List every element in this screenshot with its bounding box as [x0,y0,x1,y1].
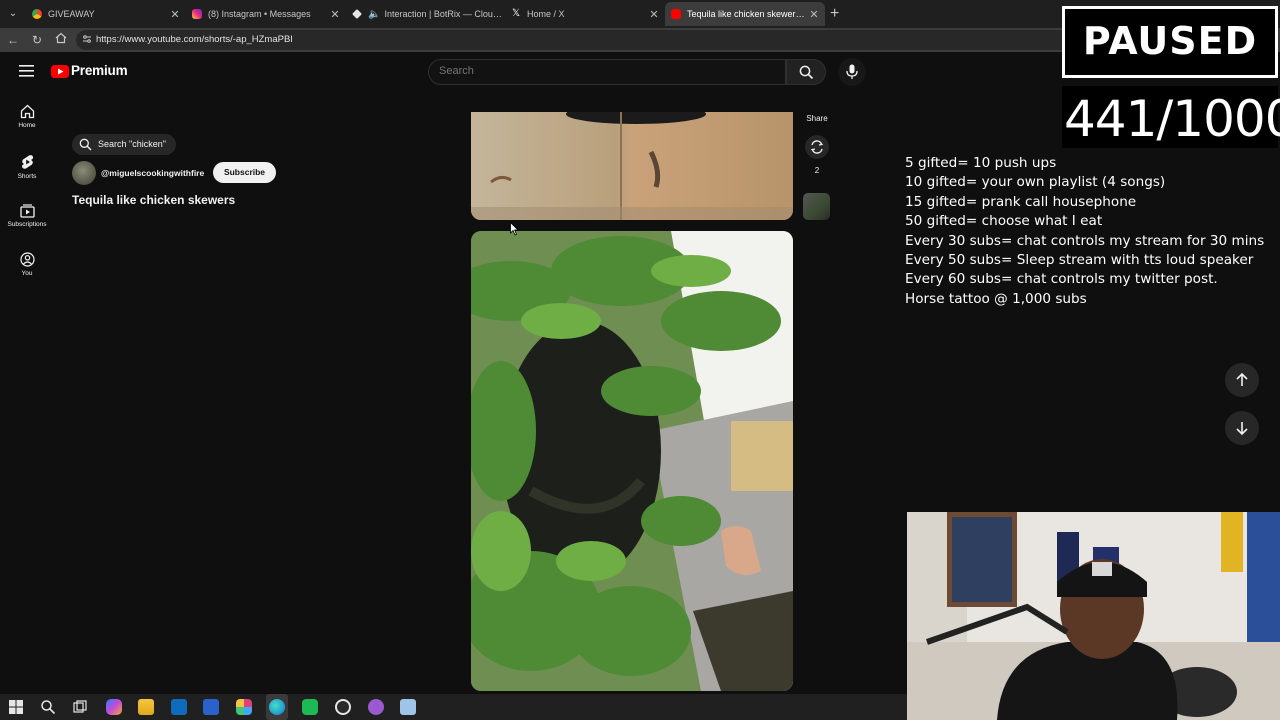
address-bar[interactable]: https://www.youtube.com/shorts/-ap_HZmaP… [76,30,1086,50]
home-icon [20,104,34,119]
paused-overlay: PAUSED [1062,6,1278,78]
windows-start-icon[interactable] [8,699,24,715]
search-chip-label: Search "chicken" [98,139,166,149]
rail-label: Subscriptions [7,221,47,228]
guide-menu-icon[interactable] [19,64,35,78]
botrix-icon [352,9,362,19]
channel-avatar[interactable] [72,161,96,185]
rail-label: Home [18,122,36,129]
goal-line: 5 gifted= 10 push ups [905,155,1057,171]
app-icon[interactable] [236,699,252,715]
search-chip[interactable]: Search "chicken" [72,134,176,155]
file-explorer-icon[interactable] [138,699,154,715]
mouse-cursor-icon [510,222,519,236]
goal-line: 15 gifted= prank call housephone [905,193,1137,210]
remix-icon[interactable] [805,135,829,159]
taskbar-search-icon[interactable] [40,699,56,715]
store-icon[interactable] [203,699,219,715]
premium-logo-text[interactable]: Premium [71,63,128,78]
url-text: https://www.youtube.com/shorts/-ap_HZmaP… [96,34,293,45]
paused-text: PAUSED [1082,19,1258,63]
tab-title: (8) Instagram • Messages [208,9,311,19]
share-label: Share [806,114,828,123]
subscriptions-icon [19,204,35,218]
taskbar [0,694,907,720]
reload-icon[interactable]: ↻ [29,32,45,48]
speaker-icon[interactable]: 🔈 [368,9,380,20]
tab-title: Tequila like chicken skewers - YouT [687,9,807,19]
rail-item-subscriptions[interactable]: Subscriptions [2,203,52,228]
site-info-icon[interactable] [82,34,92,44]
previous-short-button[interactable] [1225,363,1259,397]
arrow-down-icon [1236,422,1248,436]
counter-text: 441/1000 [1064,90,1280,148]
remix-count: 2 [814,166,820,175]
close-tab-icon[interactable]: ✕ [168,8,182,21]
edge-browser-icon[interactable] [269,699,285,715]
arrow-up-icon [1236,372,1248,386]
youtube-icon [671,9,681,19]
subscriber-goal-counter: 441/1000 [1062,86,1280,148]
search-button[interactable] [786,59,826,85]
new-tab-icon[interactable]: + [830,5,839,23]
channel-name[interactable]: @miguelscookingwithfire [101,168,204,178]
rail-label: Shorts [17,173,37,180]
app-green-icon[interactable] [302,699,318,715]
microphone-icon [846,64,858,79]
search-icon [799,65,814,80]
close-tab-icon[interactable]: ✕ [807,8,821,21]
youtube-logo-icon[interactable] [51,65,69,78]
current-short-video[interactable] [471,231,793,691]
next-short-button[interactable] [1225,411,1259,445]
instagram-icon [192,9,202,19]
close-tab-icon[interactable]: ✕ [328,8,342,21]
webcam-feed [907,512,1280,720]
outlook-icon[interactable] [171,699,187,715]
copilot-icon[interactable] [106,699,122,715]
home-icon[interactable] [53,32,69,48]
shorts-icon [21,155,33,169]
rail-label: You [21,270,33,277]
search-box[interactable] [428,59,786,85]
browser-tab-x[interactable]: 𝕏 Home / X ✕ [505,2,665,26]
subscribe-button[interactable]: Subscribe [213,162,276,183]
x-icon: 𝕏 [511,8,521,19]
tab-title: Home / X [527,9,565,19]
app-purple-icon[interactable] [368,699,384,715]
short-title: Tequila like chicken skewers [72,193,236,207]
obs-icon[interactable] [335,699,351,715]
goal-line: 10 gifted= your own playlist (4 songs) [905,174,1166,191]
goal-line: Every 50 subs= Sleep stream with tts lou… [905,251,1254,268]
tab-search-chevron-icon[interactable]: ⌄ [4,5,22,23]
goal-line: Every 30 subs= chat controls my stream f… [905,232,1265,249]
rail-item-you[interactable]: You [2,252,52,277]
chrome-icon [32,9,42,19]
browser-tab-youtube[interactable]: Tequila like chicken skewers - YouT ✕ [665,2,825,26]
voice-search-button[interactable] [838,58,866,86]
back-icon[interactable]: ← [5,32,21,48]
sound-thumbnail[interactable] [803,193,830,220]
browser-tab-instagram[interactable]: (8) Instagram • Messages ✕ [186,2,346,26]
stream-goals-list: 5 gifted= 10 push ups 10 gifted= your ow… [905,155,1280,310]
rail-item-shorts[interactable]: Shorts [2,154,52,180]
rail-item-home[interactable]: Home [2,104,52,129]
tab-title: GIVEAWAY [48,9,95,19]
search-input[interactable] [439,65,769,77]
tab-title: Interaction | BotRix — Cloud S [384,9,504,19]
close-tab-icon[interactable]: ✕ [647,8,661,21]
task-view-icon[interactable] [72,699,88,715]
browser-tab-giveaway[interactable]: GIVEAWAY ✕ [26,2,186,26]
browser-tab-botrix[interactable]: 🔈 Interaction | BotRix — Cloud S [346,2,504,26]
goal-line: Every 60 subs= chat controls my twitter … [905,271,1218,288]
you-icon [19,252,35,267]
goal-line: 50 gifted= choose what I eat [905,213,1103,230]
previous-short-video[interactable] [471,112,793,220]
search-icon [79,138,92,151]
app-blue-icon[interactable] [400,699,416,715]
goal-line: Horse tattoo @ 1,000 subs [905,290,1087,307]
